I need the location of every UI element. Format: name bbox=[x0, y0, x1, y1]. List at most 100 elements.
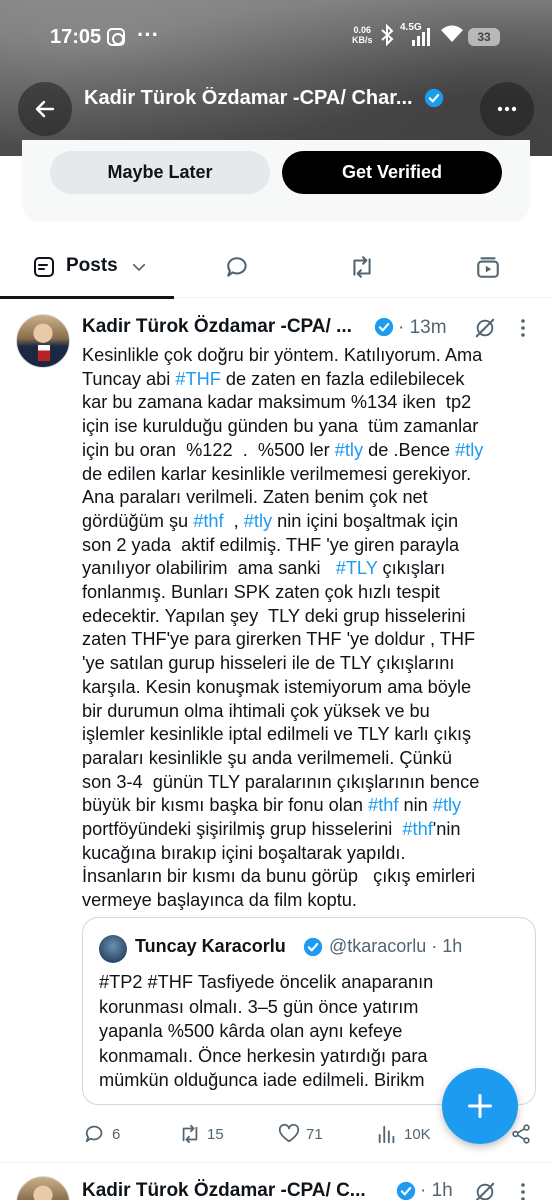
tab-replies-icon[interactable] bbox=[225, 254, 251, 280]
network-speed-value: 0.06 bbox=[353, 25, 372, 35]
post-text-segment: bir durumun olma ihtimali çok yüksek ve … bbox=[82, 700, 430, 721]
hashtag-link[interactable]: #tly bbox=[455, 440, 483, 460]
post-text-segment: büyük bir kısmı başka bir fonu olan bbox=[82, 795, 369, 816]
post-text-line: İnsanların bir kısmı da bunu görüp çıkış… bbox=[82, 865, 540, 889]
post-text-segment: de .Bence bbox=[363, 439, 456, 460]
view-count: 10K bbox=[404, 1126, 431, 1143]
post-menu-icon[interactable] bbox=[516, 1182, 530, 1200]
status-time: 17:05 bbox=[50, 26, 102, 48]
verified-badge-icon bbox=[424, 88, 444, 108]
post-text-segment: gördüğüm şu bbox=[82, 510, 194, 531]
post-text-segment: zaten THF'ye para girerken THF 'ye doldu… bbox=[82, 629, 476, 650]
signal-icon bbox=[412, 28, 432, 46]
reply-icon bbox=[85, 1125, 103, 1143]
post-text-line: son 2 yada aktif edilmiş. THF 'ye giren … bbox=[82, 534, 540, 558]
post-text-line: edecektir. Yapılan şey TLY deki grup his… bbox=[82, 605, 540, 629]
post-text-line: için bu oran %122 . %500 ler #tly de .Be… bbox=[82, 439, 540, 463]
post-text-segment: son 2 yada aktif edilmiş. THF 'ye giren … bbox=[82, 534, 460, 555]
hashtag-link[interactable]: #thf bbox=[193, 511, 223, 531]
post-text-segment: yanılıyor olabilirim ama sanki bbox=[82, 558, 336, 579]
tab-media-icon[interactable] bbox=[475, 254, 501, 280]
more-options-button[interactable] bbox=[480, 82, 534, 136]
quote-author-name: Tuncay Karacorlu bbox=[135, 936, 286, 956]
post-text-segment: Tuncay abi bbox=[82, 368, 176, 389]
post-text-line: Tuncay abi #THF de zaten en fazla edileb… bbox=[82, 368, 540, 392]
post-text-segment: çıkışları bbox=[377, 558, 446, 579]
post-text-segment: Ana paraları verilmeli. Zaten benim çok … bbox=[82, 487, 428, 508]
post-text-line: paraları kesinlikle şu anda verilmemeli.… bbox=[82, 747, 540, 771]
post-text-segment: fonlanmış. Bunları SPK zaten çok hızlı t… bbox=[82, 582, 440, 603]
profile-header-banner: 17:05 ··· 0.06 KB/s 4.5G 33 Kadir Türok … bbox=[0, 0, 552, 156]
post-text-line: büyük bir kısmı başka bir fonu olan #thf… bbox=[82, 794, 540, 818]
battery-icon: 33 bbox=[468, 28, 500, 46]
post-text-segment: kucağına bırakıp içini boşaltarak yapıld… bbox=[82, 842, 406, 863]
hashtag-link[interactable]: #thf bbox=[402, 819, 432, 839]
post-text-segment: paraları kesinlikle şu anda verilmemeli.… bbox=[82, 747, 452, 768]
post-body-text: Kesinlikle çok doğru bir yöntem. Katılıy… bbox=[82, 344, 540, 913]
network-speed-unit: KB/s bbox=[352, 35, 373, 45]
post-text-segment: son 3-4 günün TLY paralarının çıkışların… bbox=[82, 771, 480, 792]
post-text-segment: portföyündeki şişirilmiş grup hisselerin… bbox=[82, 819, 403, 840]
post-text-line: kucağına bırakıp içini boşaltarak yapıld… bbox=[82, 842, 540, 866]
post-timestamp: · 1h bbox=[420, 1180, 453, 1200]
post-text-segment: de zaten en fazla edilebilecek bbox=[220, 368, 465, 389]
post-text-line: karşıla. Kesin konuşmak istemiyorum ama … bbox=[82, 676, 540, 700]
profile-header-title: Kadir Türok Özdamar -CPA/ Char... bbox=[84, 87, 413, 109]
tab-posts[interactable]: Posts bbox=[0, 236, 174, 299]
post-text-segment: karşıla. Kesin konuşmak istemiyorum ama … bbox=[82, 676, 472, 697]
post-text-segment: İnsanların bir kısmı da bunu görüp çıkış… bbox=[82, 866, 476, 887]
views-icon bbox=[378, 1125, 395, 1144]
quote-author-avatar bbox=[99, 935, 127, 963]
post-text-segment: kar bu zamana kadar maksimum %134 iken t… bbox=[82, 392, 472, 413]
hashtag-link[interactable]: #tly bbox=[433, 795, 461, 815]
post-text-line: portföyündeki şişirilmiş grup hisselerin… bbox=[82, 818, 540, 842]
tab-reposts-icon[interactable] bbox=[349, 254, 375, 280]
post-menu-icon[interactable] bbox=[516, 318, 530, 338]
plus-icon bbox=[467, 1093, 493, 1119]
share-icon[interactable] bbox=[510, 1123, 532, 1145]
instagram-notification-icon bbox=[107, 28, 125, 46]
hashtag-link[interactable]: #thf bbox=[368, 795, 398, 815]
post-text-line: vermeye başlayınca da film koptu. bbox=[82, 889, 540, 913]
back-arrow-icon bbox=[35, 100, 55, 118]
repost-count: 15 bbox=[207, 1126, 224, 1143]
hashtag-link[interactable]: #TLY bbox=[336, 558, 378, 578]
post-divider bbox=[0, 1162, 552, 1163]
post-text-line: Kesinlikle çok doğru bir yöntem. Katılıy… bbox=[82, 344, 540, 368]
maybe-later-button[interactable]: Maybe Later bbox=[50, 151, 270, 194]
grok-icon[interactable] bbox=[474, 317, 496, 339]
post-text-segment: 'ye satılan gurup hisseleri ile de TLY ç… bbox=[82, 653, 455, 674]
post-text-segment: vermeye başlayınca da film koptu. bbox=[82, 890, 357, 911]
hashtag-link[interactable]: #tly bbox=[335, 440, 363, 460]
verified-badge-icon bbox=[374, 317, 394, 337]
post-text-line: de edilen karlar kesinlikle verilmemesi … bbox=[82, 463, 540, 487]
post-text-segment: için ise kurulduğu günden bu yana tüm za… bbox=[82, 416, 479, 437]
author-avatar[interactable] bbox=[16, 314, 70, 368]
post-author-name[interactable]: Kadir Türok Özdamar -CPA/ C... bbox=[82, 1180, 366, 1200]
post-text-line: kar bu zamana kadar maksimum %134 iken t… bbox=[82, 391, 540, 415]
status-bar: 17:05 ··· 0.06 KB/s 4.5G 33 bbox=[0, 22, 552, 54]
verified-badge-icon bbox=[396, 1181, 416, 1200]
hashtag-link[interactable]: #THF bbox=[175, 369, 220, 389]
profile-tab-bar: Posts bbox=[0, 236, 552, 299]
grok-icon[interactable] bbox=[474, 1181, 496, 1200]
back-button[interactable] bbox=[18, 82, 72, 136]
post-text-segment: Kesinlikle çok doğru bir yöntem. Katılıy… bbox=[82, 345, 483, 365]
post-text-segment: , bbox=[223, 510, 244, 531]
post-text-line: fonlanmış. Bunları SPK zaten çok hızlı t… bbox=[82, 581, 540, 605]
hashtag-link[interactable]: #tly bbox=[244, 511, 272, 531]
post-text-segment: için bu oran %122 . %500 ler bbox=[82, 439, 335, 460]
author-avatar[interactable] bbox=[16, 1176, 70, 1200]
post-text-segment: de edilen karlar kesinlikle verilmemesi … bbox=[82, 463, 472, 484]
network-speed: 0.06 KB/s bbox=[352, 25, 373, 45]
repost-icon bbox=[182, 1124, 198, 1144]
tab-posts-label: Posts bbox=[66, 255, 118, 276]
get-verified-button[interactable]: Get Verified bbox=[282, 151, 502, 194]
like-count: 71 bbox=[306, 1126, 323, 1143]
more-notifications-icon: ··· bbox=[137, 22, 159, 47]
chevron-down-icon bbox=[132, 263, 146, 272]
post-text-segment: nin içini boşaltmak için bbox=[272, 510, 459, 531]
compose-post-button[interactable] bbox=[442, 1068, 518, 1144]
more-dots-icon bbox=[497, 106, 517, 112]
post-author-name[interactable]: Kadir Türok Özdamar -CPA/ ... bbox=[82, 316, 352, 338]
